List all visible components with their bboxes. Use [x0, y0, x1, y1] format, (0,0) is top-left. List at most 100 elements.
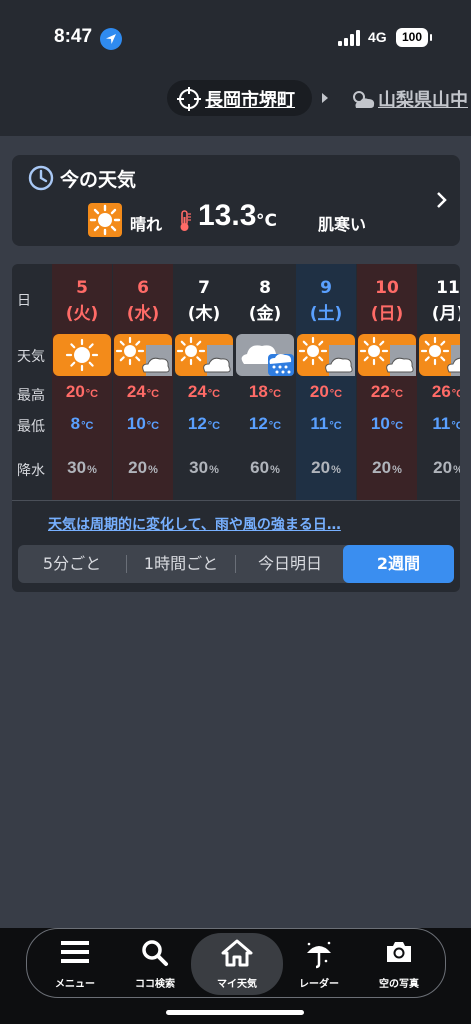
umbrella-icon	[279, 939, 359, 973]
low-temp: 10°C	[113, 414, 173, 434]
precip-chance-value: 30	[67, 458, 87, 477]
nav-label: メニュー	[55, 979, 95, 990]
low-temp-unit: °C	[268, 420, 282, 432]
chevron-right-icon	[437, 192, 447, 208]
forecast-day-column[interactable]: 8 (金) 18°C 12°C 60%	[235, 264, 295, 500]
network-type: 4G	[368, 29, 387, 45]
precip-chance: 30%	[174, 458, 234, 478]
search-icon	[115, 939, 195, 971]
weekly-forecast: 5 (火) 20°C 8°C 30% 6 (水) 24°C 10°C 20% 7 (木) 24°C 12°…	[12, 264, 460, 592]
precip-chance: 60%	[235, 458, 295, 478]
nav-label: 空の写真	[379, 979, 419, 990]
low-temp-value: 10	[126, 414, 146, 433]
tab-today-tomorrow[interactable]: 今日明日	[236, 545, 344, 583]
day-weekday: (火)	[65, 304, 99, 324]
low-temp: 11°C	[418, 414, 460, 434]
high-temp-value: 20	[65, 382, 85, 401]
precip-chance-unit: %	[331, 464, 341, 476]
sun-cloud-icon	[114, 334, 172, 376]
status-time: 8:47	[54, 26, 93, 47]
forecast-day-column[interactable]: 10 (日) 22°C 10°C 20%	[357, 264, 417, 500]
day-number: 6	[137, 278, 149, 298]
interval-tabs: 5分ごと 1時間ごと 今日明日 2週間	[18, 545, 454, 583]
signal-icon	[338, 30, 362, 46]
precip-chance: 20%	[296, 458, 356, 478]
high-temp: 18°C	[235, 382, 295, 402]
nav-my-weather[interactable]: マイ天気	[191, 933, 283, 995]
divider	[12, 500, 460, 501]
forecast-day-column[interactable]: 11(月)26°C11°C20%	[418, 264, 460, 500]
nav-search[interactable]: ココ検索	[115, 929, 195, 997]
day-number: 9	[320, 278, 332, 298]
forecast-day-column[interactable]: 5 (火) 20°C 8°C 30%	[52, 264, 112, 500]
day-weekday: (木)	[187, 304, 221, 324]
high-temp-value: 22	[370, 382, 390, 401]
tab-2weeks[interactable]: 2週間	[343, 545, 454, 583]
high-temp: 20°C	[296, 382, 356, 402]
location-tab-2[interactable]: 山梨県山中	[378, 86, 468, 112]
day-number: 7	[198, 278, 210, 298]
location-tab-active[interactable]: 長岡市堺町	[167, 80, 312, 116]
sun-cloud-icon	[175, 334, 233, 376]
high-temp-unit: °C	[146, 388, 160, 400]
day-weekday: (金)	[248, 304, 282, 324]
high-temp: 20°C	[52, 382, 112, 402]
sun-cloud-icon	[353, 91, 375, 108]
current-temp-unit: °C	[256, 211, 277, 231]
home-icon	[191, 939, 283, 971]
low-temp-value: 12	[248, 414, 268, 433]
day-weekday: (月)	[431, 304, 460, 324]
tab-hourly[interactable]: 1時間ごと	[127, 545, 235, 583]
crosshair-icon	[177, 87, 201, 111]
nav-menu[interactable]: メニュー	[35, 929, 115, 997]
low-temp-unit: °C	[451, 420, 460, 432]
low-temp-unit: °C	[146, 420, 160, 432]
sun-icon	[88, 203, 122, 237]
row-label-day: 日	[17, 293, 31, 309]
high-temp-unit: °C	[268, 388, 282, 400]
precip-chance-value: 30	[189, 458, 209, 477]
top-header: 8:47 4G 100 長岡市堺町 山梨県山中	[0, 0, 471, 136]
high-temp-value: 20	[309, 382, 329, 401]
high-temp-unit: °C	[390, 388, 404, 400]
low-temp-unit: °C	[329, 420, 342, 432]
sun-icon	[53, 334, 111, 376]
precip-chance: 20%	[418, 458, 460, 478]
row-label-weather: 天気	[17, 349, 45, 365]
low-temp-unit: °C	[390, 420, 404, 432]
current-weather-title: 今の天気	[60, 169, 137, 191]
low-temp: 10°C	[357, 414, 417, 434]
cloud-rain-icon	[236, 334, 294, 376]
high-temp-unit: °C	[207, 388, 221, 400]
low-temp-unit: °C	[81, 420, 94, 432]
sun-cloud-icon	[358, 334, 416, 376]
home-indicator	[166, 1010, 304, 1015]
precip-chance-value: 20	[372, 458, 392, 477]
precip-chance-unit: %	[453, 464, 460, 476]
menu-icon	[35, 939, 115, 969]
forecast-summary-link[interactable]: 天気は周期的に変化して、雨や風の強まる日…	[48, 514, 341, 534]
tab-5min[interactable]: 5分ごと	[18, 545, 126, 583]
high-temp-value: 18	[248, 382, 268, 401]
nav-sky-photo[interactable]: 空の写真	[359, 929, 439, 997]
day-number: 8	[259, 278, 271, 298]
forecast-day-column[interactable]: 9 (土) 20°C 11°C 20%	[296, 264, 356, 500]
precip-chance-value: 20	[128, 458, 148, 477]
row-label-precip: 降水	[17, 463, 45, 479]
nav-label: ココ検索	[135, 979, 175, 990]
low-temp: 11°C	[296, 414, 356, 434]
high-temp: 24°C	[174, 382, 234, 402]
forecast-day-column[interactable]: 7 (木) 24°C 12°C 30%	[174, 264, 234, 500]
precip-chance-unit: %	[270, 464, 280, 476]
day-number: 10	[375, 278, 399, 298]
clock-icon	[28, 165, 54, 191]
current-weather-card[interactable]: 今の天気 晴れ 13.3 °C 肌寒い	[12, 155, 460, 246]
current-temp: 13.3	[198, 199, 257, 232]
forecast-day-column[interactable]: 6 (水) 24°C 10°C 20%	[113, 264, 173, 500]
sun-cloud-icon	[419, 334, 460, 376]
precip-chance-unit: %	[148, 464, 158, 476]
day-number: 11	[436, 278, 460, 298]
low-temp: 8°C	[52, 414, 112, 434]
sun-cloud-icon	[297, 334, 355, 376]
nav-radar[interactable]: レーダー	[279, 929, 359, 997]
